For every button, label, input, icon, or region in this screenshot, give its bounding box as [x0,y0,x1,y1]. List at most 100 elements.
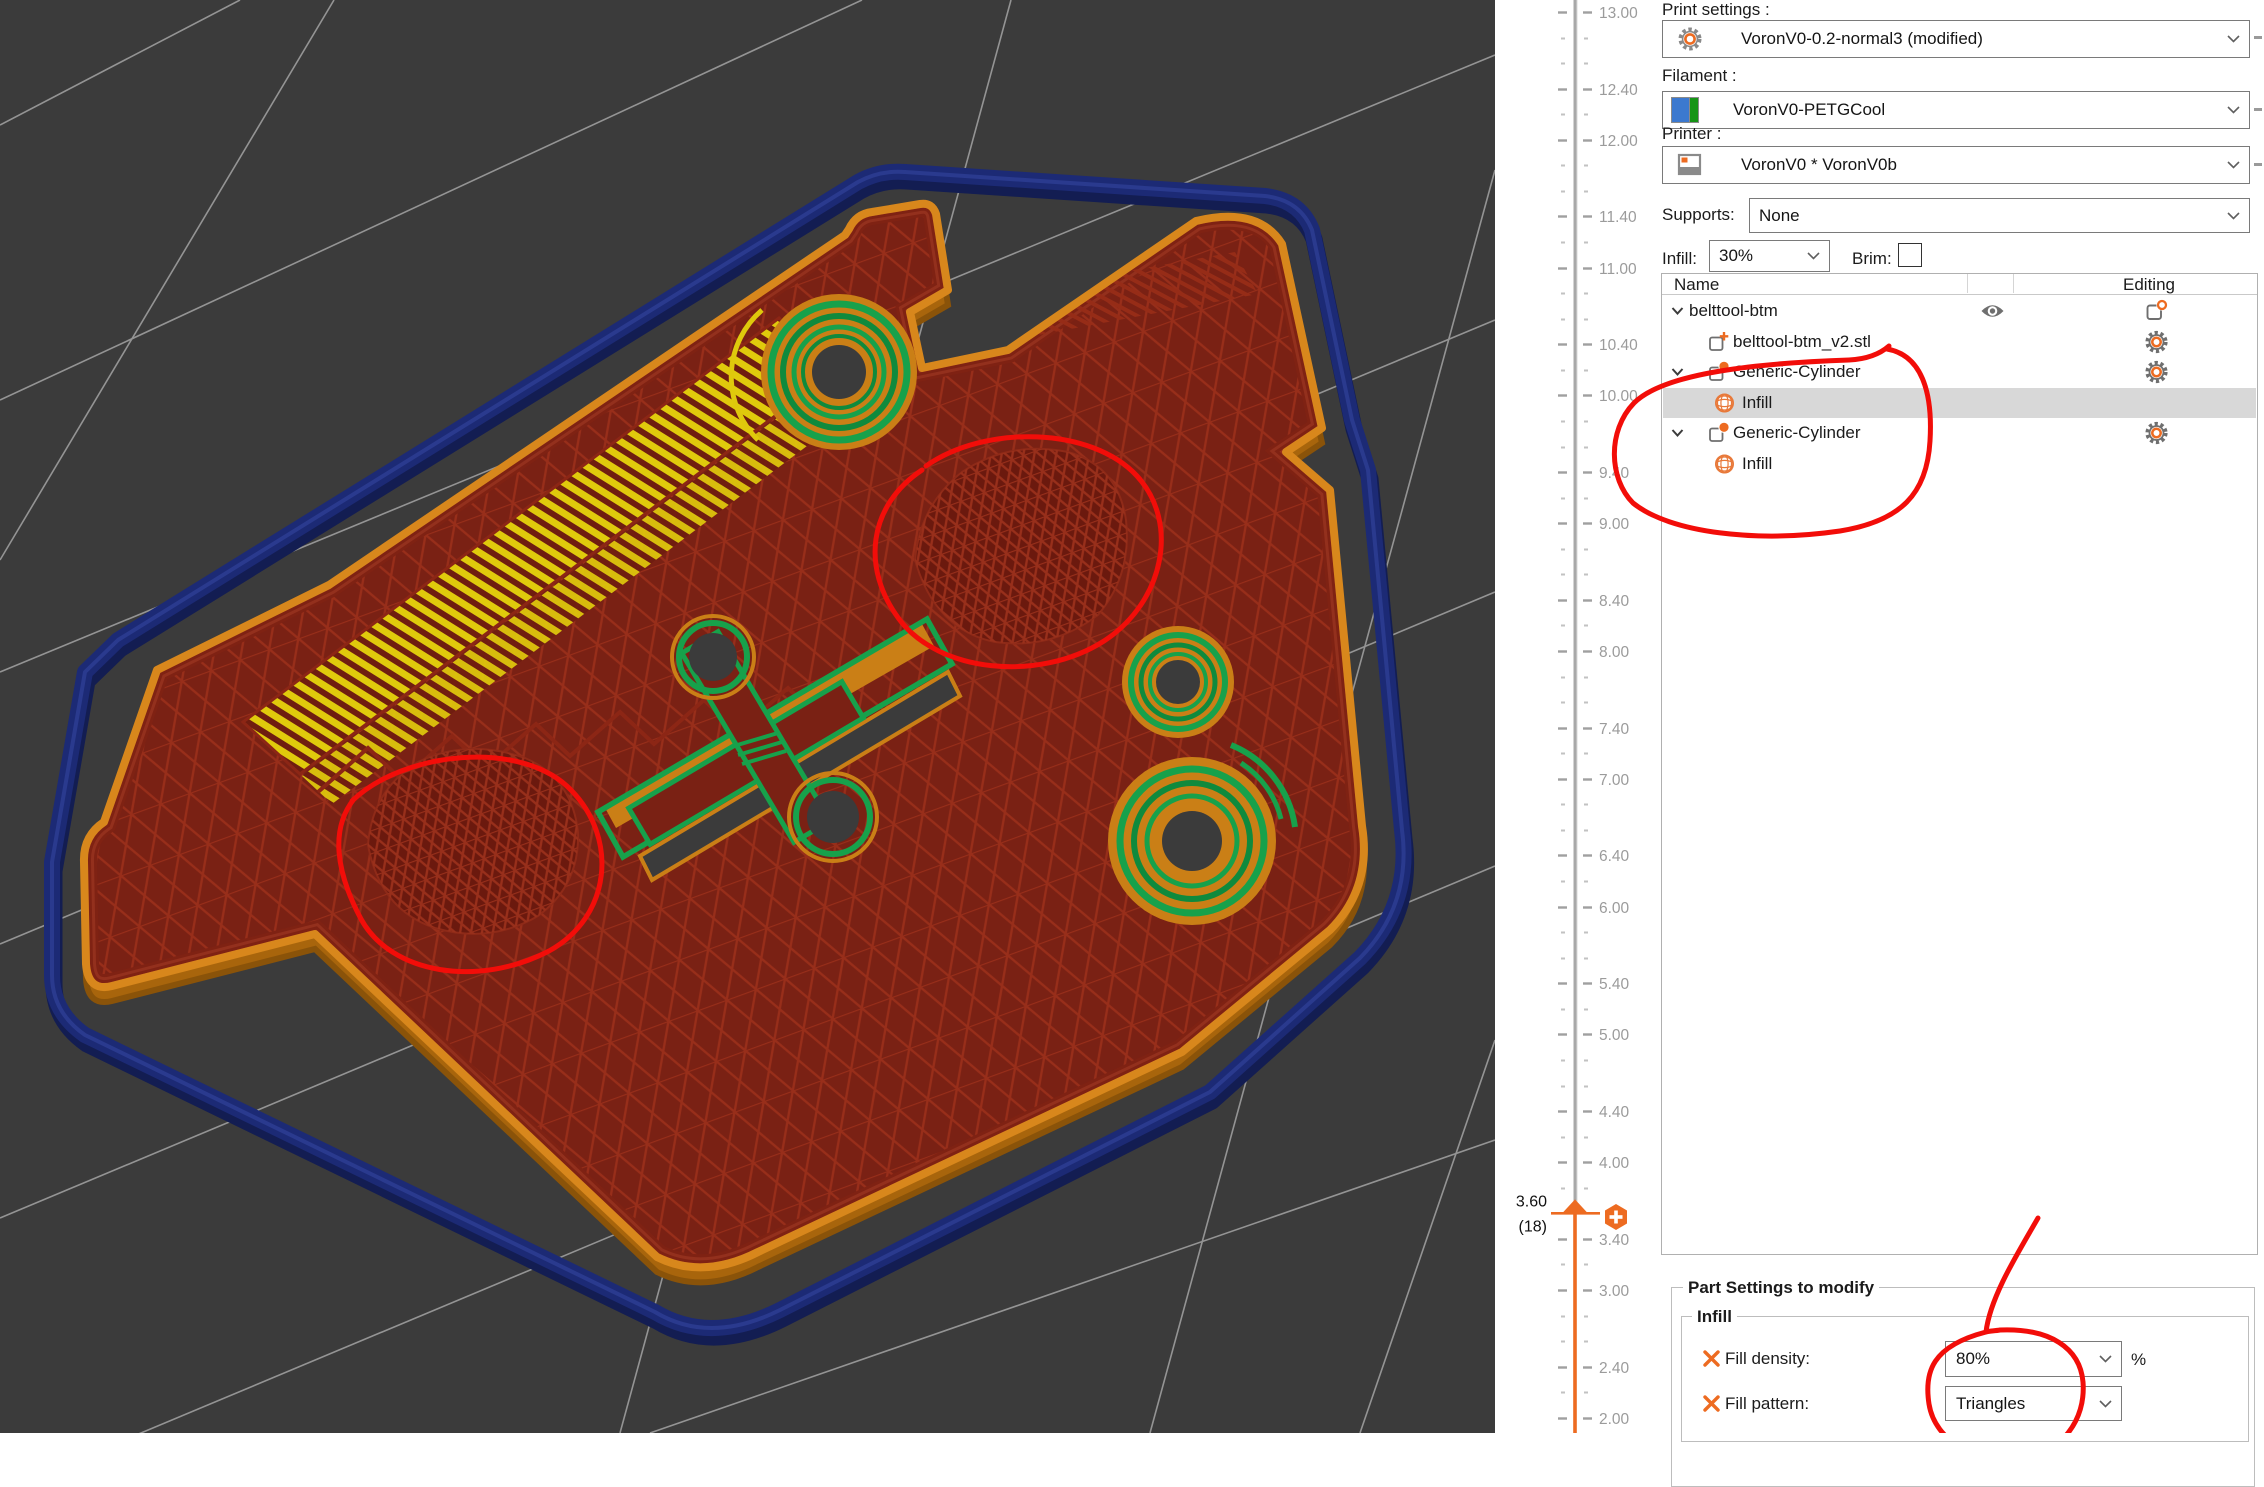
print-settings-value: VoronV0-0.2-normal3 (modified) [1741,29,1983,49]
ruler-major-tick [1558,1366,1567,1368]
tree-row-generic-cylinder[interactable]: Generic-Cylinder [1663,418,2256,448]
tree-row-infill[interactable]: Infill [1663,449,2256,479]
printer-combo[interactable]: VoronV0 * VoronV0b [1662,146,2250,184]
ruler-major-tick [1583,343,1592,345]
ruler-tick-label: 5.40 [1599,976,1630,993]
ruler-major-tick [1558,343,1567,345]
ruler-major-tick [1583,215,1592,217]
ruler-minor-tick [1584,1188,1588,1190]
gear-icon[interactable] [2144,421,2169,446]
supports-combo[interactable]: None [1749,198,2250,233]
ruler-tick-label: 12.40 [1599,82,1638,99]
filament-label: Filament : [1662,66,1737,86]
ruler-tick-label: 8.40 [1599,593,1630,610]
chevron-expanded-icon[interactable] [1671,368,1684,377]
ruler-major-tick [1558,906,1567,908]
green-boss-right-lower [1108,757,1276,925]
ruler-minor-tick [1561,574,1565,576]
current-layer-height: 3.60 [1516,1193,1547,1210]
tree-row-label: Generic-Cylinder [1733,362,1861,382]
ruler-minor-tick [1561,1316,1565,1318]
tree-row-belttool-btm-v2-stl[interactable]: belttool-btm_v2.stl [1663,327,2256,357]
ruler-minor-tick [1561,165,1565,167]
slider-track-upper[interactable] [1574,0,1577,1206]
ruler-major-tick [1558,599,1567,601]
printer-label: Printer : [1662,124,1722,144]
chevron-down-icon [2099,1350,2112,1368]
ruler-minor-tick [1584,63,1588,65]
print-settings-combo[interactable]: VoronV0-0.2-normal3 (modified) [1662,20,2250,58]
ruler-major-tick [1558,11,1567,13]
chevron-expanded-icon[interactable] [1671,429,1684,438]
ruler-minor-tick [1561,1137,1565,1139]
ruler-tick-label: 2.40 [1599,1360,1630,1377]
filament-combo[interactable]: VoronV0-PETGCool [1662,91,2250,129]
ruler-minor-tick [1561,242,1565,244]
tree-row-label: Infill [1742,454,1772,474]
panel-edge-mark [2254,163,2262,166]
fill-density-value: 80% [1956,1349,1990,1369]
ruler-major-tick [1558,727,1567,729]
tree-row-belttool-btm[interactable]: belttool-btm [1663,296,2256,326]
tree-row-label: belttool-btm [1689,301,1778,321]
fill-density-suffix: % [2131,1350,2146,1370]
ruler-tick-label: 7.40 [1599,721,1630,738]
filament-value: VoronV0-PETGCool [1733,100,1885,120]
ruler-minor-tick [1561,804,1565,806]
ruler-tick-label: 3.40 [1599,1232,1630,1249]
ruler-major-tick [1583,394,1592,396]
object-settings-icon[interactable] [2144,299,2168,323]
ruler-minor-tick [1561,447,1565,449]
fill-density-combo[interactable]: 80% [1945,1341,2122,1377]
ruler-minor-tick [1561,753,1565,755]
ruler-minor-tick [1561,421,1565,423]
ruler-minor-tick [1561,498,1565,500]
fill-pattern-label: Fill pattern: [1725,1394,1809,1414]
3d-viewport[interactable] [0,0,1495,1433]
ruler-major-tick [1558,215,1567,217]
ruler-major-tick [1558,778,1567,780]
tree-row-infill[interactable]: Infill [1663,388,2256,418]
ruler-major-tick [1583,1110,1592,1112]
ruler-major-tick [1583,88,1592,90]
chevron-down-icon [2227,207,2240,225]
ruler-major-tick [1583,1366,1592,1368]
slider-thumb[interactable] [1563,1199,1587,1212]
ruler-tick-label: 12.00 [1599,133,1638,150]
ruler-minor-tick [1561,293,1565,295]
ruler-major-tick [1558,1238,1567,1240]
ruler-major-tick [1558,267,1567,269]
ruler-major-tick [1558,522,1567,524]
infill-combo[interactable]: 30% [1709,240,1830,272]
add-color-change-button[interactable] [1605,1204,1627,1230]
ruler-minor-tick [1584,932,1588,934]
visibility-eye-icon[interactable] [1980,303,2005,320]
gear-icon[interactable] [2144,360,2169,385]
layer-slider[interactable]: 13.0012.4012.0011.4011.0010.4010.009.409… [1495,0,1664,1433]
gear-icon[interactable] [2144,329,2169,354]
object-tree-header: Name Editing [1662,274,2257,295]
ruler-major-tick [1558,1161,1567,1163]
slider-track-highlight [1577,0,1578,1206]
ruler-major-tick [1558,982,1567,984]
ruler-minor-tick [1561,319,1565,321]
ruler-major-tick [1583,1289,1592,1291]
chevron-expanded-icon[interactable] [1671,307,1684,316]
slider-track-lower[interactable] [1573,1213,1577,1433]
ruler-minor-tick [1561,932,1565,934]
tree-row-generic-cylinder[interactable]: Generic-Cylinder [1663,357,2256,387]
ruler-minor-tick [1584,804,1588,806]
ruler-major-tick [1558,1033,1567,1035]
fill-pattern-combo[interactable]: Triangles [1945,1386,2122,1421]
ruler-minor-tick [1561,114,1565,116]
modifier-icon [1707,422,1730,445]
ruler-major-tick [1558,1110,1567,1112]
brim-checkbox[interactable] [1898,243,1922,267]
ruler-minor-tick [1561,677,1565,679]
chevron-down-icon [2227,101,2240,119]
ruler-major-tick [1583,139,1592,141]
ruler-minor-tick [1584,1392,1588,1394]
ruler-minor-tick [1561,1264,1565,1266]
ruler-tick-label: 5.00 [1599,1027,1630,1044]
ruler-major-tick [1583,599,1592,601]
